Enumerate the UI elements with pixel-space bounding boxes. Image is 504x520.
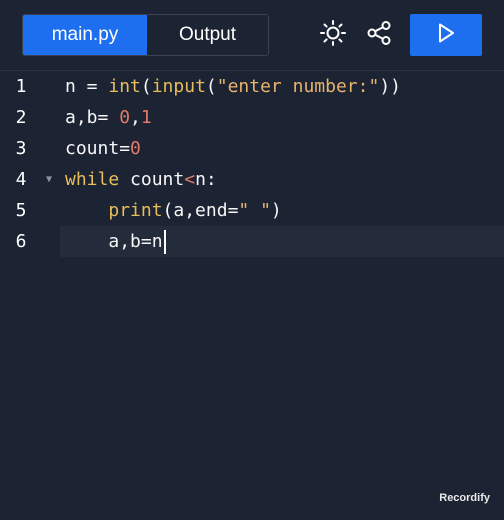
code-line[interactable]: 3 count=0 — [0, 133, 504, 164]
code-line-active[interactable]: 6 a,b=n — [16, 226, 504, 257]
code-text[interactable]: a,b= 0,1 — [65, 102, 152, 133]
line-number: 5 — [15, 200, 27, 221]
code-editor[interactable]: 1 n = int(input("enter number:")) 2 a,b=… — [0, 71, 504, 520]
line-number: 1 — [15, 76, 27, 97]
code-line[interactable]: 4 ▼ while count<n: — [0, 164, 504, 195]
line-number: 4 — [15, 169, 27, 190]
tab-bar: main.py Output — [22, 14, 269, 56]
run-button[interactable] — [410, 14, 482, 56]
code-text[interactable]: n = int(input("enter number:")) — [65, 71, 401, 102]
text-cursor — [163, 230, 166, 254]
code-line[interactable]: 2 a,b= 0,1 — [0, 102, 504, 133]
tab-output[interactable]: Output — [147, 15, 268, 55]
code-text[interactable]: count=0 — [65, 133, 141, 164]
line-number: 2 — [15, 107, 27, 128]
line-number: 6 — [15, 231, 27, 252]
code-line[interactable]: 5 print(a,end=" ") — [0, 195, 504, 226]
code-line[interactable]: 1 n = int(input("enter number:")) — [0, 71, 504, 102]
play-icon — [435, 22, 457, 48]
tab-main-py[interactable]: main.py — [23, 15, 147, 55]
code-text[interactable]: a,b=n — [65, 226, 166, 257]
sun-icon — [319, 19, 347, 51]
fold-chevron-icon[interactable]: ▼ — [42, 164, 56, 195]
line-number: 3 — [15, 138, 27, 159]
recordify-watermark: Recordify — [439, 492, 490, 504]
editor-toolbar: main.py Output — [0, 0, 504, 71]
code-text[interactable]: print(a,end=" ") — [65, 195, 281, 226]
share-icon — [365, 19, 393, 51]
share-button[interactable] — [362, 18, 396, 52]
theme-toggle-button[interactable] — [316, 18, 350, 52]
code-text[interactable]: while count<n: — [65, 164, 217, 195]
